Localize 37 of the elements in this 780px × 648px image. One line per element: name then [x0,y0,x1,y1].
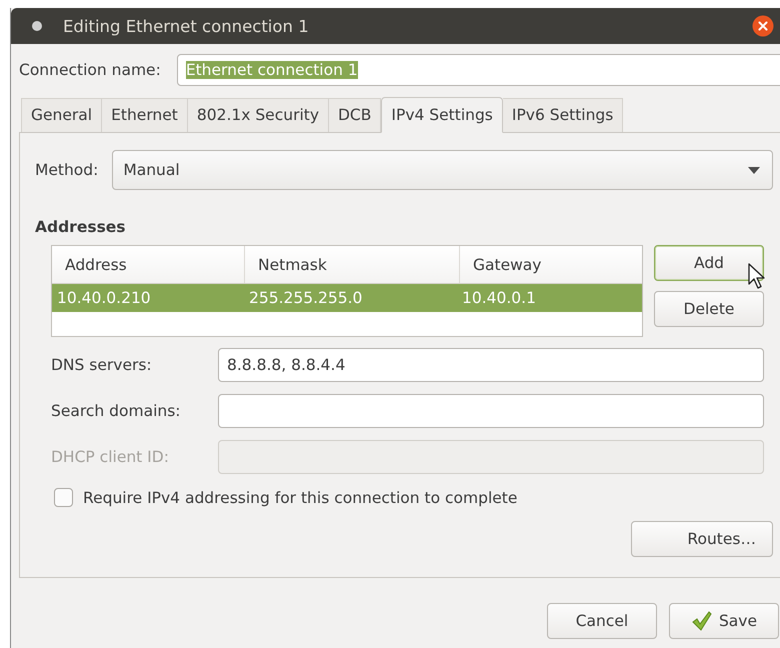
add-button[interactable]: Add [654,245,764,281]
field-label: DNS servers: [51,356,153,374]
text-field[interactable]: 8.8.8.8, 8.8.4.4 [218,348,764,382]
field-value: 8.8.8.8, 8.8.4.4 [227,356,346,374]
method-label: Method: [35,161,98,179]
tab[interactable]: General [21,98,102,132]
save-button[interactable]: Save [669,603,779,639]
tab[interactable]: Ethernet [102,98,188,132]
checkmark-icon [690,610,713,632]
dropdown-arrow-icon [748,166,760,174]
addresses-heading: Addresses [35,218,127,236]
column-header[interactable]: Address [52,246,245,283]
field-label: Search domains: [51,402,182,420]
table-cell-text: 255.255.255.0 [248,289,364,307]
mouse-pointer-icon [748,263,766,289]
delete-button[interactable]: Delete [654,291,764,327]
method-dropdown[interactable]: Manual [112,150,773,190]
checkbox-label: Require IPv4 addressing for this connection to complete [83,488,518,506]
tab[interactable]: IPv6 Settings [502,98,624,132]
window-title: Editing Ethernet connection 1 [63,16,310,36]
routes-button[interactable]: Routes… [631,521,773,557]
cancel-button[interactable]: Cancel [547,603,657,639]
window-menu-icon[interactable] [31,20,43,32]
connection-name-value: Ethernet connection 1 [186,61,358,79]
tab[interactable]: 802.1x Security [188,98,329,132]
table-cell-text: 10.40.0.1 [461,289,536,307]
text-field[interactable] [218,440,764,474]
tab[interactable]: DCB [329,98,382,132]
connection-name-label: Connection name: [19,61,161,79]
tab[interactable]: IPv4 Settings [381,97,503,133]
checkbox[interactable] [54,488,73,507]
table-cell-text: 10.40.0.210 [56,289,152,307]
field-label: DHCP client ID: [51,448,170,466]
text-field[interactable] [218,394,764,428]
close-icon[interactable] [752,15,774,37]
column-header[interactable]: Netmask [245,246,460,283]
column-header[interactable]: Gateway [460,246,642,283]
